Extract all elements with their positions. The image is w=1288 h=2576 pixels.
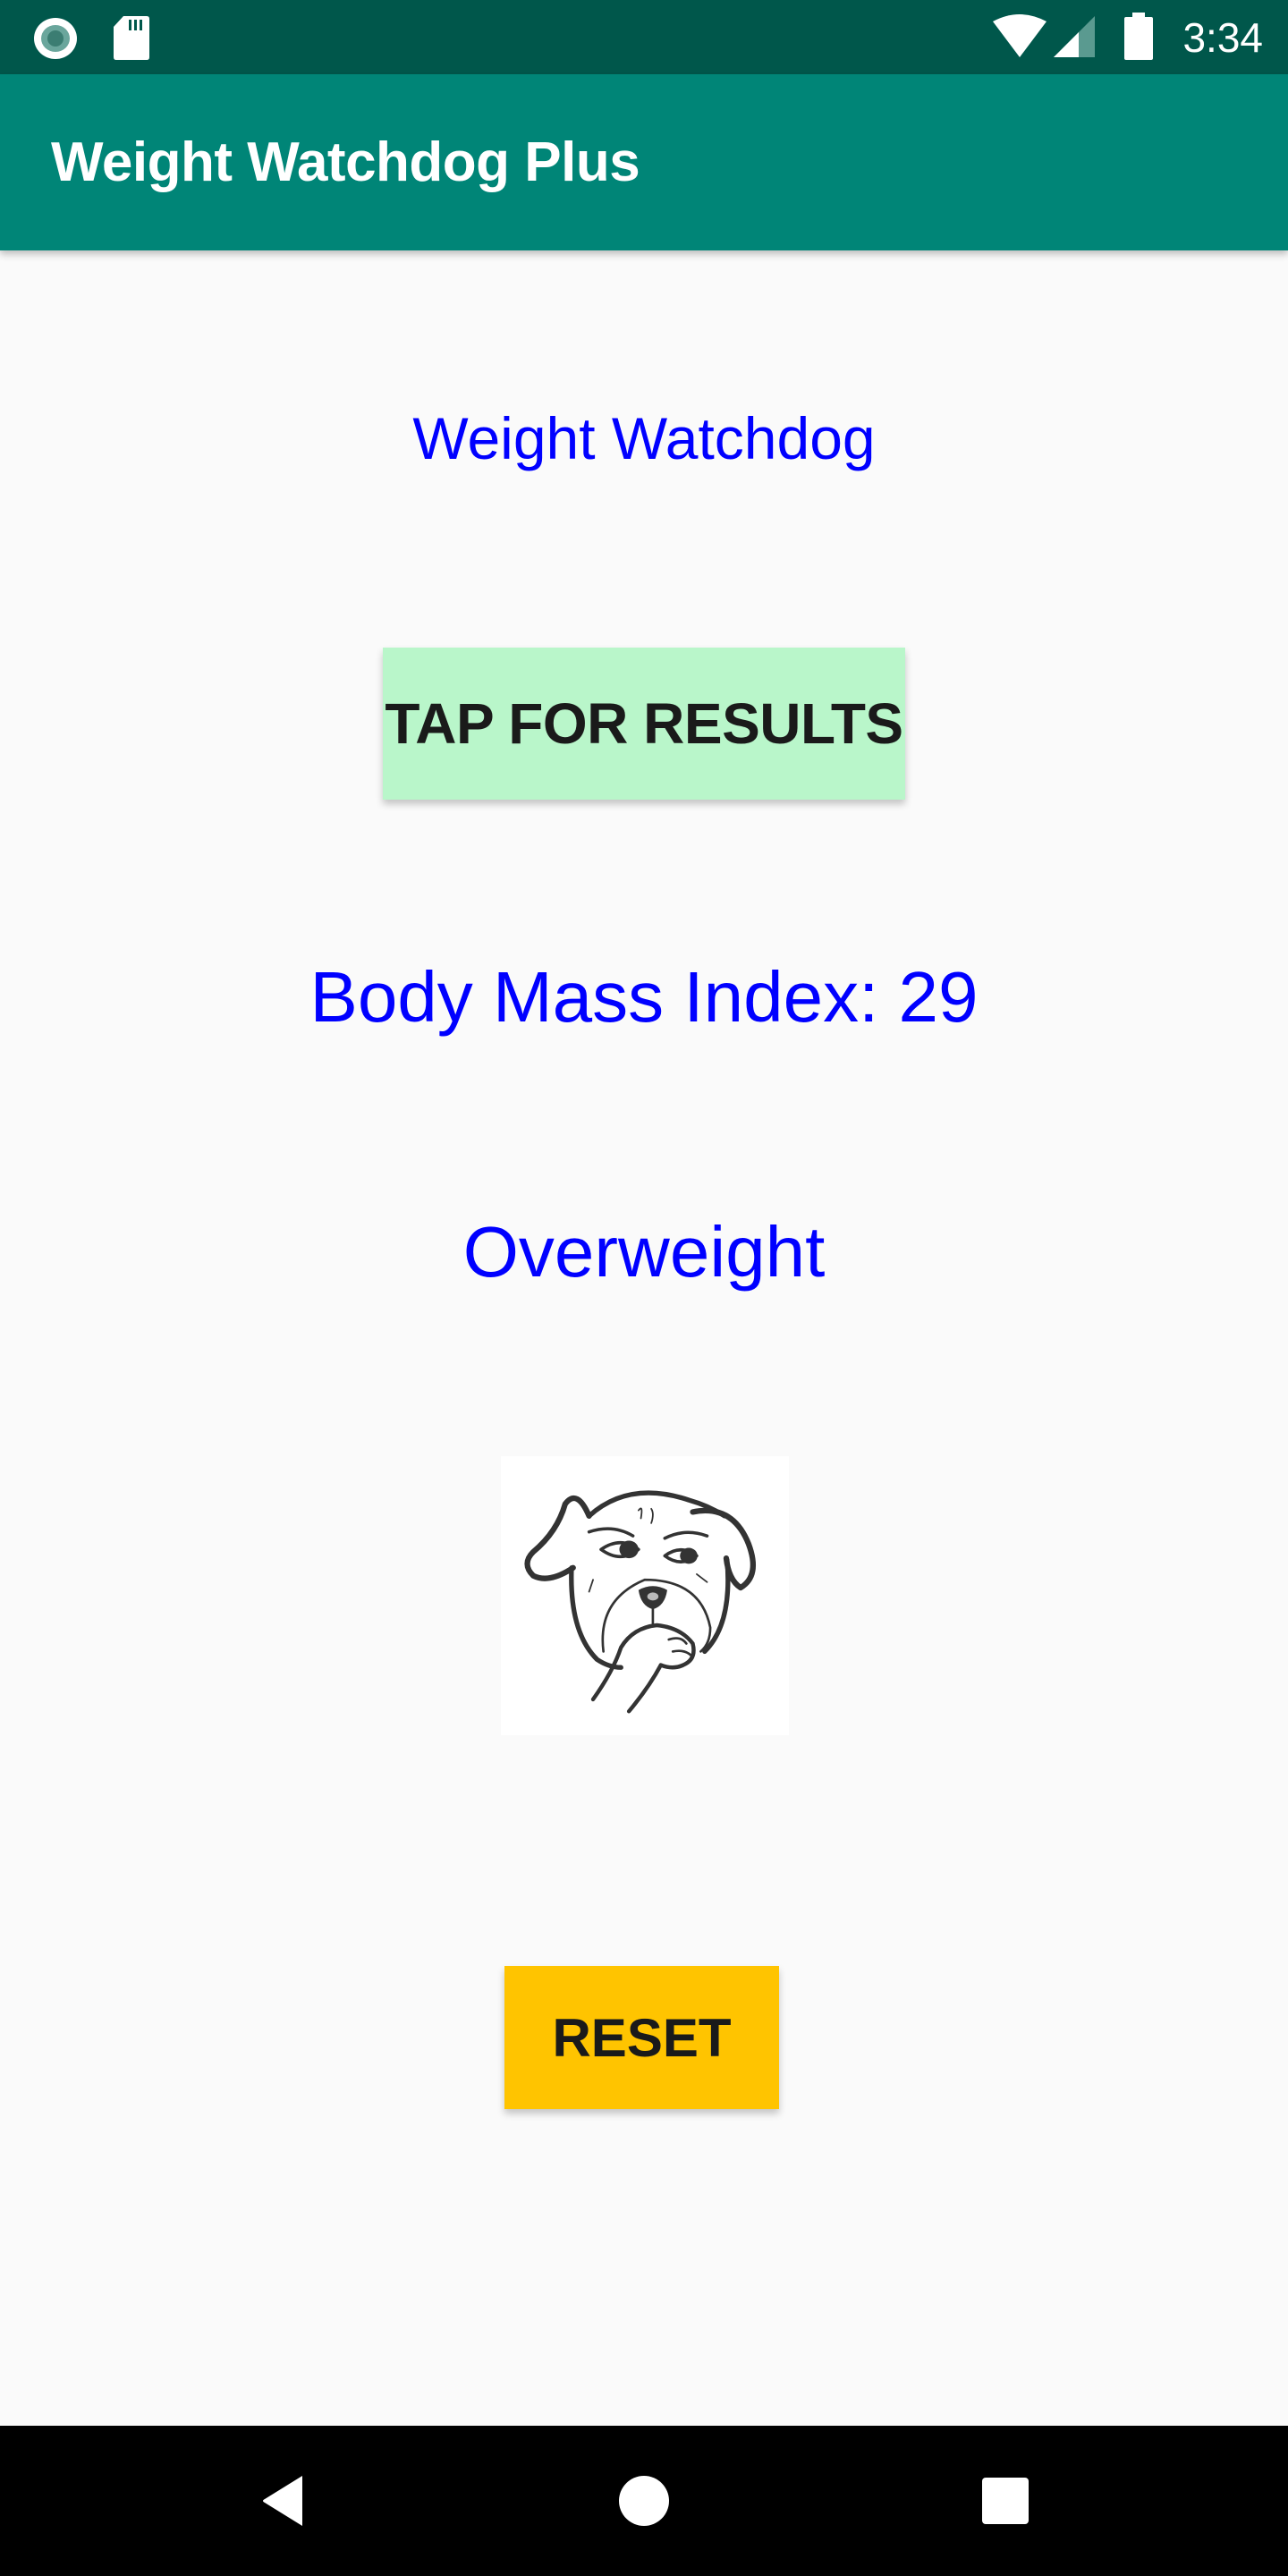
status-bar: 3:34: [0, 0, 1288, 74]
recents-button[interactable]: [916, 2426, 1095, 2576]
app-title: Weight Watchdog Plus: [51, 131, 640, 193]
app-heading: Weight Watchdog: [412, 405, 876, 471]
back-button[interactable]: [193, 2426, 372, 2576]
app-bar: Weight Watchdog Plus: [0, 74, 1288, 250]
dog-illustration: [501, 1456, 789, 1735]
navigation-bar: [0, 2426, 1288, 2576]
status-time: 3:34: [1182, 14, 1263, 61]
reset-button[interactable]: RESET: [504, 1966, 779, 2109]
back-icon: [263, 2476, 302, 2526]
tap-for-results-button[interactable]: TAP FOR RESULTS: [383, 648, 905, 800]
home-button[interactable]: [555, 2426, 733, 2576]
wifi-icon: [993, 14, 1046, 57]
sd-card-icon: [114, 16, 149, 60]
worried-dog-icon: [524, 1490, 757, 1714]
home-icon: [619, 2476, 669, 2526]
bmi-result: Body Mass Index: 29: [309, 957, 979, 1037]
sync-circle-icon: [34, 18, 77, 59]
weight-category: Overweight: [462, 1212, 826, 1292]
recents-icon: [982, 2478, 1029, 2524]
cell-signal-icon: [1054, 16, 1095, 57]
battery-icon: [1124, 13, 1153, 60]
